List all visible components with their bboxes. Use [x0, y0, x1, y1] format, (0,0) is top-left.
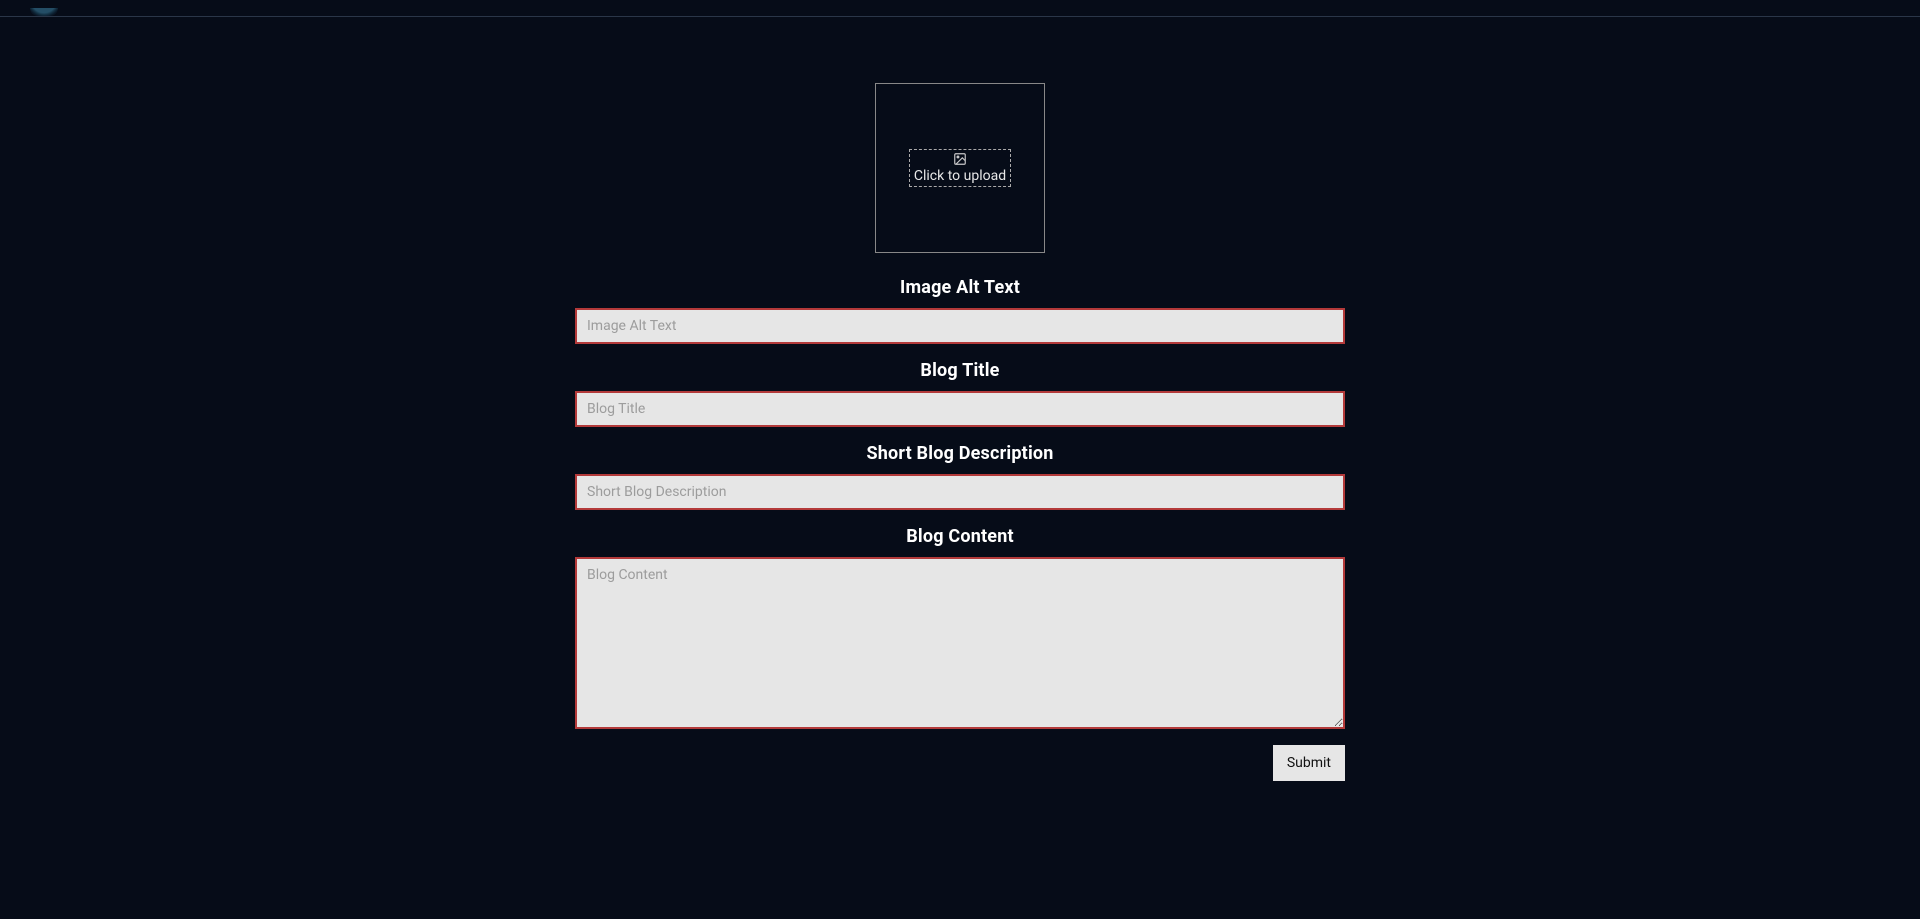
topbar — [0, 0, 1920, 17]
blog-title-label: Blog Title — [920, 360, 999, 381]
short-description-label: Short Blog Description — [866, 443, 1053, 464]
image-alt-label: Image Alt Text — [900, 277, 1020, 298]
upload-label: Click to upload — [914, 168, 1006, 184]
blog-form: Click to upload Image Alt Text Blog Titl… — [575, 17, 1345, 781]
blog-content-label: Blog Content — [906, 526, 1014, 547]
field-image-alt: Image Alt Text — [575, 277, 1345, 344]
submit-row: Submit — [575, 745, 1345, 781]
blog-title-input[interactable] — [575, 391, 1345, 427]
short-description-input[interactable] — [575, 474, 1345, 510]
field-blog-content: Blog Content — [575, 526, 1345, 729]
image-upload-area[interactable]: Click to upload — [875, 83, 1045, 253]
submit-button[interactable]: Submit — [1273, 745, 1345, 781]
image-icon — [953, 152, 967, 166]
logo-icon — [30, 8, 58, 16]
field-blog-title: Blog Title — [575, 360, 1345, 427]
upload-inner: Click to upload — [909, 149, 1011, 187]
blog-content-textarea[interactable] — [575, 557, 1345, 729]
image-alt-input[interactable] — [575, 308, 1345, 344]
field-short-description: Short Blog Description — [575, 443, 1345, 510]
